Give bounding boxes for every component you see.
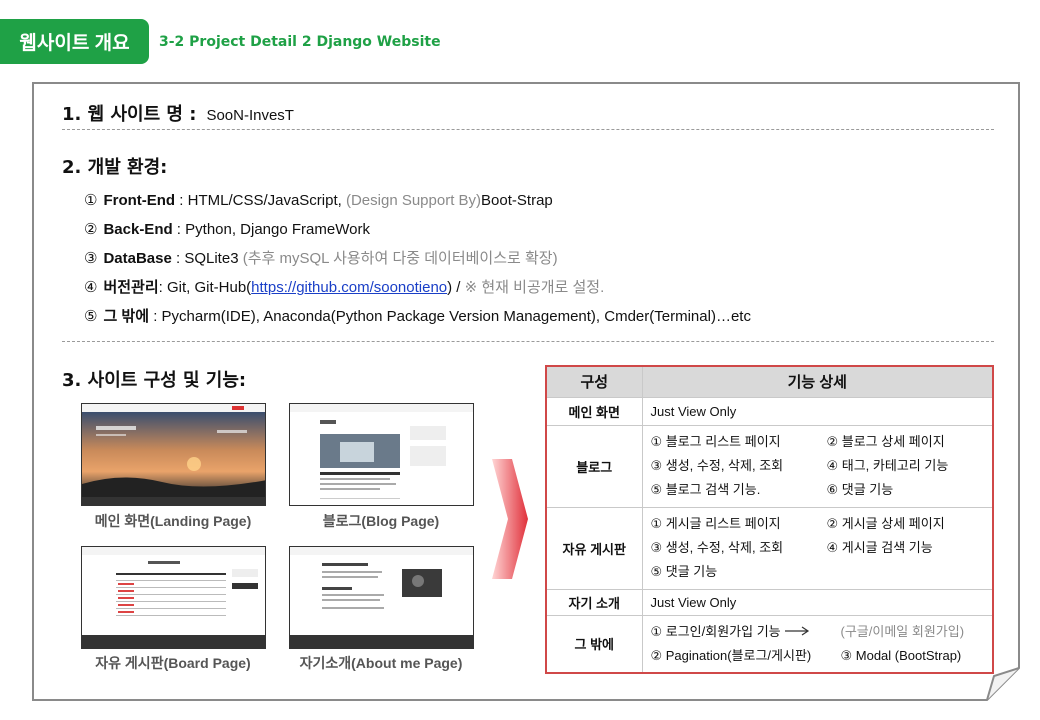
item-label: DataBase <box>103 250 172 267</box>
board-page-screenshot <box>81 546 266 649</box>
item-number: ② <box>84 221 98 238</box>
item-label: 버전관리 <box>103 279 159 296</box>
caption-blog: 블로그(Blog Page) <box>322 513 440 529</box>
about-page-screenshot <box>289 546 474 649</box>
row-category: 블로그 <box>545 424 643 508</box>
item-number: ③ <box>84 250 98 267</box>
section-site-name: 1. 웹 사이트 명 : SooN-InvesT <box>62 100 294 126</box>
row-category: 자기 소개 <box>545 588 643 616</box>
table-row: 메인 화면 Just View Only <box>545 396 994 426</box>
item-text: ) / <box>447 279 465 296</box>
feature-item: ② 게시글 상세 페이지 <box>826 516 945 531</box>
table-header-category: 구성 <box>545 365 643 398</box>
feature-item: ⑥ 댓글 기능 <box>826 482 894 497</box>
item-label: 그 밖에 <box>103 308 150 325</box>
divider <box>62 341 994 342</box>
row-detail: ① 게시글 리스트 페이지 ② 게시글 상세 페이지 ③ 생성, 수정, 삭제,… <box>641 506 994 590</box>
item-text: : Python, Django FrameWork <box>172 221 370 238</box>
feature-item: ② 블로그 상세 페이지 <box>826 434 945 449</box>
item-text: : HTML/CSS/JavaScript, <box>175 192 346 209</box>
section1-title: 1. 웹 사이트 명 : <box>62 104 197 125</box>
table-row: 자기 소개 Just View Only <box>545 588 994 616</box>
arrow-right-icon <box>492 459 528 579</box>
feature-item: ① 로그인/회원가입 기능 <box>651 622 841 642</box>
item-note: ※ 현재 비공개로 설정. <box>464 279 605 296</box>
item-text: : Git, Git-Hub( <box>158 279 252 296</box>
section2-title: 2. 개발 환경: <box>62 157 168 178</box>
header-tab-label: 웹사이트 개요 <box>19 33 130 54</box>
row-detail: ① 로그인/회원가입 기능 (구글/이메일 회원가입) ② Pagination… <box>641 614 994 674</box>
item-tail: Boot-Strap <box>481 192 553 209</box>
feature-item: ① 블로그 리스트 페이지 <box>650 434 781 449</box>
row-category: 메인 화면 <box>545 396 643 426</box>
item-number: ① <box>84 192 98 209</box>
about-page-image <box>290 547 473 648</box>
feature-item: ④ 태그, 카테고리 기능 <box>826 458 949 473</box>
feature-item-text: ① 로그인/회원가입 기능 <box>650 623 781 639</box>
row-detail: Just View Only <box>641 396 994 426</box>
feature-item: ⑤ 블로그 검색 기능. <box>650 482 761 497</box>
table-row: 블로그 ① 블로그 리스트 페이지 ② 블로그 상세 페이지 ③ 생성, 수정,… <box>545 424 994 508</box>
blog-page-image <box>290 404 473 499</box>
blog-page-screenshot <box>289 403 474 506</box>
caption-landing: 메인 화면(Landing Page) <box>94 513 252 529</box>
item-number: ④ <box>84 279 98 296</box>
env-item-backend: ② Back-End : Python, Django FrameWork <box>84 219 751 248</box>
row-detail: Just View Only <box>641 588 994 616</box>
env-item-etc: ⑤ 그 밖에 : Pycharm(IDE), Anaconda(Python Pa… <box>84 306 751 335</box>
env-item-database: ③ DataBase : SQLite3 (추후 mySQL 사용하여 다중 데이… <box>84 248 751 277</box>
header-subtitle: 3-2 Project Detail 2 Django Website <box>159 34 441 50</box>
arrow-right-icon <box>784 622 810 642</box>
row-category: 자유 게시판 <box>545 506 643 590</box>
feature-note: (구글/이메일 회원가입) <box>840 623 965 639</box>
github-link[interactable]: https://github.com/soonotieno <box>251 279 447 296</box>
feature-item: ③ 생성, 수정, 삭제, 조회 <box>650 540 784 555</box>
item-text: : SQLite3 <box>171 250 243 267</box>
caption-board: 자유 게시판(Board Page) <box>95 655 251 671</box>
section3-title: 3. 사이트 구성 및 기능: <box>62 370 247 391</box>
board-page-image <box>82 547 265 648</box>
item-note: (추후 mySQL 사용하여 다중 데이터베이스로 확장) <box>242 250 558 267</box>
feature-item: ④ 게시글 검색 기능 <box>826 540 933 555</box>
header-tab: 웹사이트 개요 <box>0 19 149 64</box>
feature-item: ① 게시글 리스트 페이지 <box>650 516 781 531</box>
landing-page-image <box>82 404 265 505</box>
site-name-value: SooN-InvesT <box>206 107 294 124</box>
item-note: (Design Support By) <box>345 192 482 209</box>
env-item-frontend: ① Front-End : HTML/CSS/JavaScript, (Desig… <box>84 190 751 219</box>
env-item-vcs: ④ 버전관리: Git, Git-Hub(https://github.com/s… <box>84 277 751 306</box>
table-header-detail: 기능 상세 <box>641 365 994 398</box>
dev-env-list: ① Front-End : HTML/CSS/JavaScript, (Desig… <box>84 190 751 335</box>
item-number: ⑤ <box>84 308 98 325</box>
item-label: Front-End <box>103 192 176 209</box>
row-detail: ① 블로그 리스트 페이지 ② 블로그 상세 페이지 ③ 생성, 수정, 삭제,… <box>641 424 994 508</box>
caption-about: 자기소개(About me Page) <box>299 655 463 671</box>
landing-page-screenshot <box>81 403 266 506</box>
feature-table: 구성 기능 상세 메인 화면 Just View Only 블로그 ① 블로그 … <box>545 365 994 674</box>
feature-item <box>827 562 985 582</box>
row-category: 그 밖에 <box>545 614 643 674</box>
item-label: Back-End <box>103 221 173 238</box>
table-row: 그 밖에 ① 로그인/회원가입 기능 (구글/이메일 회원가입) ② Pagin… <box>545 614 994 674</box>
item-text: : Pycharm(IDE), Anaconda(Python Package … <box>149 308 751 325</box>
feature-item: ⑤ 댓글 기능 <box>650 564 718 579</box>
table-row: 자유 게시판 ① 게시글 리스트 페이지 ② 게시글 상세 페이지 ③ 생성, … <box>545 506 994 590</box>
divider <box>62 129 994 130</box>
feature-item: ③ 생성, 수정, 삭제, 조회 <box>650 458 784 473</box>
feature-item: ③ Modal (BootStrap) <box>840 647 962 663</box>
feature-item: ② Pagination(블로그/게시판) <box>650 647 812 663</box>
